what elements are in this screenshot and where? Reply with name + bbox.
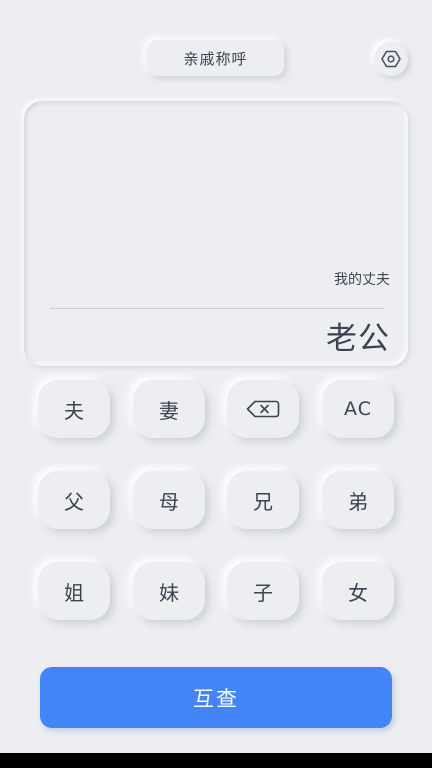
key-mother[interactable]: 母 [133, 471, 205, 529]
display-divider [50, 308, 384, 309]
mutual-check-button[interactable]: 互查 [40, 667, 392, 728]
hexagon-settings-icon [381, 50, 401, 68]
key-daughter[interactable]: 女 [322, 562, 394, 620]
key-younger-brother[interactable]: 弟 [322, 471, 394, 529]
clear-button[interactable]: AC [322, 380, 394, 438]
key-elder-sister[interactable]: 姐 [38, 562, 110, 620]
key-elder-brother[interactable]: 兄 [227, 471, 299, 529]
system-bottom-bar [0, 753, 432, 768]
key-wife[interactable]: 妻 [133, 380, 205, 438]
result-display: 我的丈夫 老公 [24, 101, 408, 366]
backspace-button[interactable] [227, 380, 299, 438]
app-screen: 亲戚称呼 我的丈夫 老公 夫 妻 AC 父 母 兄 弟 姐 妹 子 女 互查 [0, 0, 432, 768]
key-husband[interactable]: 夫 [38, 380, 110, 438]
page-title: 亲戚称呼 [147, 40, 284, 76]
settings-button[interactable] [374, 42, 408, 76]
backspace-icon [246, 400, 280, 418]
key-younger-sister[interactable]: 妹 [133, 562, 205, 620]
relation-result: 老公 [326, 321, 390, 357]
relation-expression: 我的丈夫 [334, 272, 390, 288]
key-father[interactable]: 父 [38, 471, 110, 529]
key-son[interactable]: 子 [227, 562, 299, 620]
